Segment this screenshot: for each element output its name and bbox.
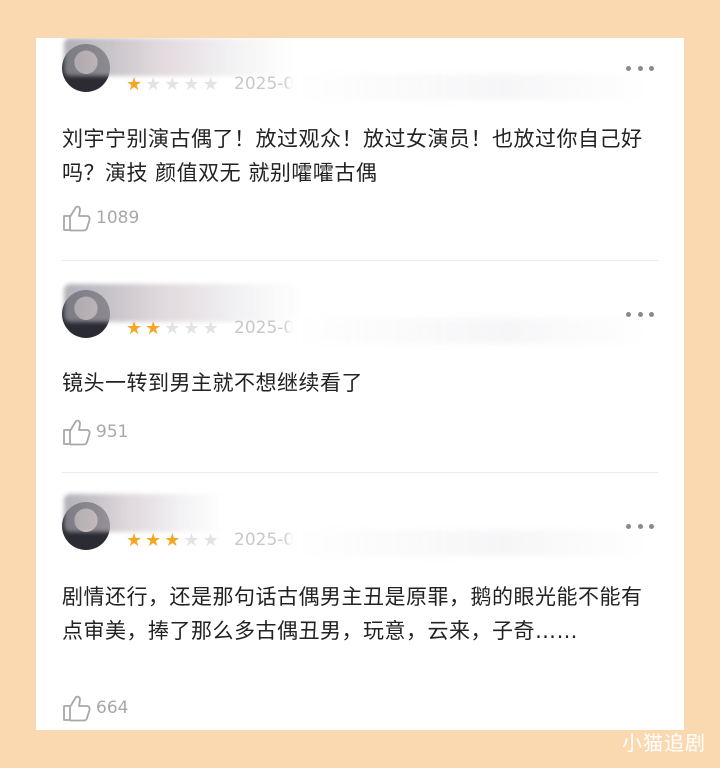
star-icon: ★: [202, 74, 219, 95]
star-rating: ★ ★ ★ ★ ★: [126, 76, 219, 94]
star-icon: ★: [126, 74, 143, 95]
star-icon: ★: [164, 74, 181, 95]
more-options-icon[interactable]: [626, 312, 654, 317]
thumbs-up-icon: [63, 419, 91, 446]
star-icon: ★: [126, 318, 143, 339]
more-options-icon[interactable]: [626, 524, 654, 529]
star-icon: ★: [126, 530, 143, 551]
watermark: 小猫追剧: [622, 731, 706, 755]
star-icon: ★: [164, 530, 181, 551]
date-redacted: [288, 530, 648, 556]
star-icon: ★: [183, 530, 200, 551]
star-icon: ★: [164, 318, 181, 339]
username-redacted: [64, 494, 224, 532]
review-text: 剧情还行，还是那句话古偶男主丑是原罪，鹅的眼光能不能有点审美，捧了那么多古偶丑男…: [62, 585, 643, 643]
star-icon: ★: [202, 530, 219, 551]
thumbs-up-icon: [63, 695, 91, 722]
review-item: ★ ★ ★ ★ ★ 2025-0 刘宇宁别演古偶了！放过观众！放过女演员！也放过…: [36, 38, 684, 261]
review-item: ★ ★ ★ ★ ★ 2025-0 剧情还行，还是那句话古偶男主丑是原罪，鹅的眼光…: [36, 472, 684, 730]
star-icon: ★: [183, 318, 200, 339]
star-icon: ★: [202, 318, 219, 339]
username-redacted: [64, 38, 294, 76]
star-icon: ★: [145, 74, 162, 95]
like-count: 951: [96, 422, 129, 442]
star-rating: ★ ★ ★ ★ ★: [126, 320, 219, 338]
star-icon: ★: [183, 74, 200, 95]
star-icon: ★: [145, 530, 162, 551]
review-date: 2025-0: [234, 74, 295, 94]
review-date: 2025-0: [234, 318, 295, 338]
review-item: ★ ★ ★ ★ ★ 2025-0 镜头一转到男主就不想继续看了 951: [36, 260, 684, 473]
like-button[interactable]: 951: [62, 418, 128, 446]
review-date: 2025-0: [234, 530, 295, 550]
review-text: 刘宇宁别演古偶了！放过观众！放过女演员！也放过你自己好吗？演技 颜值双无 就别嚯…: [62, 127, 643, 185]
thumbs-up-icon: [63, 205, 91, 232]
date-redacted: [288, 318, 648, 344]
star-icon: ★: [145, 318, 162, 339]
star-rating: ★ ★ ★ ★ ★: [126, 532, 219, 550]
like-count: 664: [96, 698, 129, 718]
reviews-card: ★ ★ ★ ★ ★ 2025-0 刘宇宁别演古偶了！放过观众！放过女演员！也放过…: [36, 38, 684, 730]
like-button[interactable]: 1089: [62, 204, 139, 232]
like-count: 1089: [96, 208, 140, 228]
like-button[interactable]: 664: [62, 694, 128, 722]
date-redacted: [288, 74, 648, 100]
username-redacted: [64, 284, 304, 322]
review-text: 镜头一转到男主就不想继续看了: [62, 371, 363, 395]
more-options-icon[interactable]: [626, 66, 654, 71]
